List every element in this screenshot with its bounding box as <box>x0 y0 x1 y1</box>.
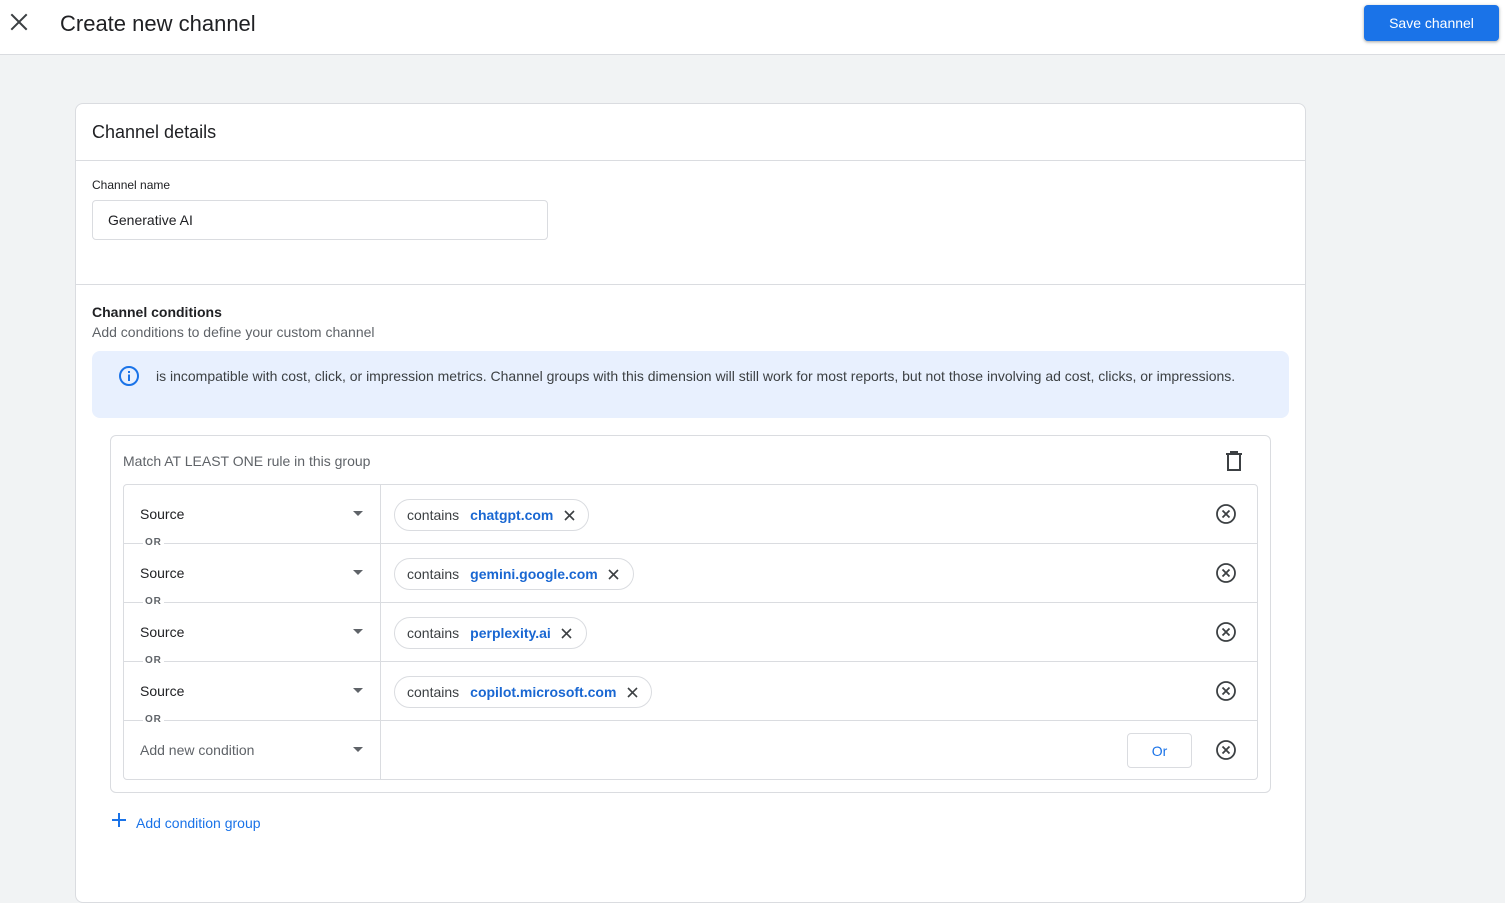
close-icon[interactable] <box>6 9 32 35</box>
add-condition-group-label: Add condition group <box>136 814 261 831</box>
trash-icon[interactable] <box>1221 448 1247 474</box>
page-title: Create new channel <box>60 11 256 36</box>
dropdown-arrow-icon <box>353 629 363 634</box>
top-bar: Create new channel Save channel <box>0 0 1505 55</box>
add-condition-group-button[interactable]: Add condition group <box>112 813 261 832</box>
conditions-subtitle: Add conditions to define your custom cha… <box>92 324 375 340</box>
dropdown-arrow-icon <box>353 570 363 575</box>
rule-row: Source contains copilot.microsoft.com <box>124 662 1257 721</box>
dimension-select[interactable]: Source <box>124 544 381 602</box>
chip-close-icon[interactable] <box>607 567 621 581</box>
condition-chip[interactable]: contains chatgpt.com <box>394 499 590 531</box>
dimension-select[interactable]: Source <box>124 662 381 720</box>
remove-rule-icon[interactable] <box>1215 503 1237 525</box>
rule-row: Source contains chatgpt.com <box>124 485 1257 544</box>
group-match-label: Match AT LEAST ONE rule in this group <box>123 453 371 469</box>
dimension-value: Source <box>140 624 185 640</box>
remove-rule-icon[interactable] <box>1215 739 1237 761</box>
channel-details-card: Channel details Channel name Channel con… <box>75 103 1306 903</box>
dimension-value: Source <box>140 683 185 699</box>
condition-chip[interactable]: contains copilot.microsoft.com <box>394 676 653 708</box>
card-title: Channel details <box>92 121 217 142</box>
chip-operator: contains <box>407 684 460 700</box>
card-header: Channel details <box>76 104 1305 161</box>
save-channel-button[interactable]: Save channel <box>1364 5 1499 41</box>
chip-operator: contains <box>407 507 460 523</box>
new-condition-row: Add new condition Or <box>124 721 1257 780</box>
chip-close-icon[interactable] <box>625 685 639 699</box>
chip-operator: contains <box>407 566 460 582</box>
chip-operator: contains <box>407 625 460 641</box>
remove-rule-icon[interactable] <box>1215 562 1237 584</box>
remove-rule-icon[interactable] <box>1215 680 1237 702</box>
dropdown-arrow-icon <box>353 511 363 516</box>
new-condition-placeholder: Add new condition <box>140 742 255 758</box>
conditions-title: Channel conditions <box>92 304 222 320</box>
condition-chip[interactable]: contains perplexity.ai <box>394 617 587 649</box>
dimension-select[interactable]: Source <box>124 485 381 543</box>
dimension-value: Source <box>140 565 185 581</box>
remove-rule-icon[interactable] <box>1215 621 1237 643</box>
chip-value: copilot.microsoft.com <box>470 684 617 700</box>
condition-group: Match AT LEAST ONE rule in this group So… <box>110 435 1271 793</box>
dimension-value: Source <box>140 506 185 522</box>
plus-icon <box>112 813 126 832</box>
or-button[interactable]: Or <box>1127 733 1192 768</box>
dropdown-arrow-icon <box>353 747 363 752</box>
new-condition-select[interactable]: Add new condition <box>124 721 381 780</box>
chip-value: perplexity.ai <box>470 625 551 641</box>
chip-close-icon[interactable] <box>560 626 574 640</box>
info-banner: is incompatible with cost, click, or imp… <box>92 351 1289 418</box>
channel-name-input[interactable] <box>92 200 548 240</box>
chip-value: chatgpt.com <box>470 507 554 523</box>
info-text: is incompatible with cost, click, or imp… <box>156 368 1236 384</box>
rule-row: Source contains perplexity.ai <box>124 603 1257 662</box>
chip-value: gemini.google.com <box>470 566 598 582</box>
condition-chip[interactable]: contains gemini.google.com <box>394 558 634 590</box>
dimension-select[interactable]: Source <box>124 603 381 661</box>
info-icon <box>118 365 140 387</box>
rules-list: Source contains chatgpt.com OR Source co… <box>123 484 1258 780</box>
channel-name-label: Channel name <box>92 178 171 192</box>
chip-close-icon[interactable] <box>562 508 576 522</box>
channel-name-section: Channel name <box>76 161 1305 285</box>
rule-row: Source contains gemini.google.com <box>124 544 1257 603</box>
dropdown-arrow-icon <box>353 688 363 693</box>
